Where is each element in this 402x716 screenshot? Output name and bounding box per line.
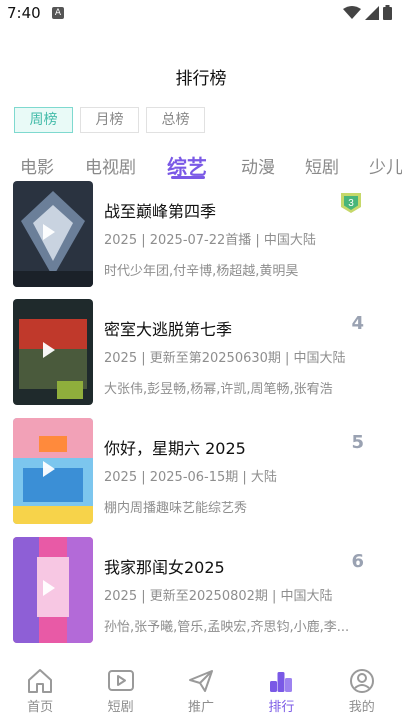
user-icon: [349, 669, 374, 693]
list-item[interactable]: 战至巅峰第四季 2025 | 2025-07-22首播 | 中国大陆 时代少年团…: [0, 181, 402, 287]
bottom-nav: 首页 短剧 推广 排行 我的: [0, 660, 402, 716]
category-tab-tv[interactable]: 电视剧: [85, 153, 136, 178]
status-bar: 7:40 A: [0, 0, 402, 26]
notification-icon: A: [52, 7, 64, 19]
rank-badge-icon: 3: [340, 192, 362, 218]
nav-profile[interactable]: 我的: [332, 660, 392, 716]
nav-label: 推广: [187, 700, 214, 715]
nav-label: 我的: [348, 700, 375, 715]
list-item[interactable]: 我家那闺女2025 2025 | 更新至20250802期 | 中国大陆 孙怡,…: [0, 537, 402, 643]
video-play-icon: [107, 670, 134, 691]
nav-ranking[interactable]: 排行: [251, 660, 311, 716]
item-meta: 2025 | 2025-06-15期 | 大陆: [104, 470, 277, 485]
ranking-icon: [270, 672, 293, 692]
tab-weekly[interactable]: 周榜: [14, 107, 73, 133]
page-title: 排行榜: [175, 69, 227, 89]
poster-thumbnail[interactable]: [13, 181, 93, 287]
status-time: 7:40: [7, 4, 41, 22]
item-title: 战至巅峰第四季: [104, 202, 217, 221]
item-cast: 大张伟,彭昱畅,杨幂,许凯,周笔畅,张宥浩: [104, 382, 333, 397]
tab-overall[interactable]: 总榜: [146, 107, 205, 133]
rank-number: 4: [351, 313, 364, 334]
rank-badge-number: 3: [348, 198, 354, 209]
play-icon: [43, 580, 55, 596]
nav-label: 排行: [268, 700, 295, 715]
signal-icon: [365, 5, 379, 20]
item-cast: 时代少年团,付辛博,杨超越,黄明昊: [104, 264, 299, 279]
category-active-indicator: [171, 176, 205, 179]
item-title: 你好，星期六 2025: [104, 439, 246, 458]
nav-promote[interactable]: 推广: [171, 660, 231, 716]
item-meta: 2025 | 2025-07-22首播 | 中国大陆: [104, 233, 316, 248]
period-tabs: 周榜 月榜 总榜: [14, 107, 205, 133]
list-item[interactable]: 你好，星期六 2025 2025 | 2025-06-15期 | 大陆 棚内周播…: [0, 418, 402, 524]
item-cast: 孙怡,张予曦,管乐,孟映宏,齐思钧,小鹿,李...: [104, 620, 350, 635]
nav-label: 首页: [27, 700, 54, 715]
nav-home[interactable]: 首页: [10, 660, 70, 716]
poster-thumbnail[interactable]: [13, 299, 93, 405]
play-icon: [43, 342, 55, 358]
category-tab-kids[interactable]: 少儿: [369, 153, 402, 178]
category-tab-anime[interactable]: 动漫: [241, 153, 275, 178]
category-tab-short-drama[interactable]: 短剧: [305, 153, 339, 178]
item-title: 密室大逃脱第七季: [104, 320, 233, 339]
item-title: 我家那闺女2025: [104, 558, 225, 577]
poster-thumbnail[interactable]: [13, 418, 93, 524]
rank-number: 5: [351, 432, 364, 453]
home-icon: [28, 669, 53, 693]
list-item[interactable]: 密室大逃脱第七季 2025 | 更新至第20250630期 | 中国大陆 大张伟…: [0, 299, 402, 405]
poster-thumbnail[interactable]: [13, 537, 93, 643]
wifi-icon: [343, 5, 361, 19]
paper-plane-icon: [188, 670, 213, 692]
battery-icon: [383, 5, 392, 20]
nav-label: 短剧: [107, 700, 134, 715]
play-icon: [43, 224, 55, 240]
item-meta: 2025 | 更新至第20250630期 | 中国大陆: [104, 351, 346, 366]
play-icon: [43, 461, 55, 477]
tab-monthly[interactable]: 月榜: [80, 107, 139, 133]
item-cast: 棚内周播趣味艺能综艺秀: [104, 501, 248, 516]
nav-short-drama[interactable]: 短剧: [91, 660, 151, 716]
status-icons: [343, 5, 392, 20]
item-meta: 2025 | 更新至20250802期 | 中国大陆: [104, 589, 333, 604]
category-tab-movie[interactable]: 电影: [20, 153, 54, 178]
rank-number: 6: [351, 551, 364, 572]
